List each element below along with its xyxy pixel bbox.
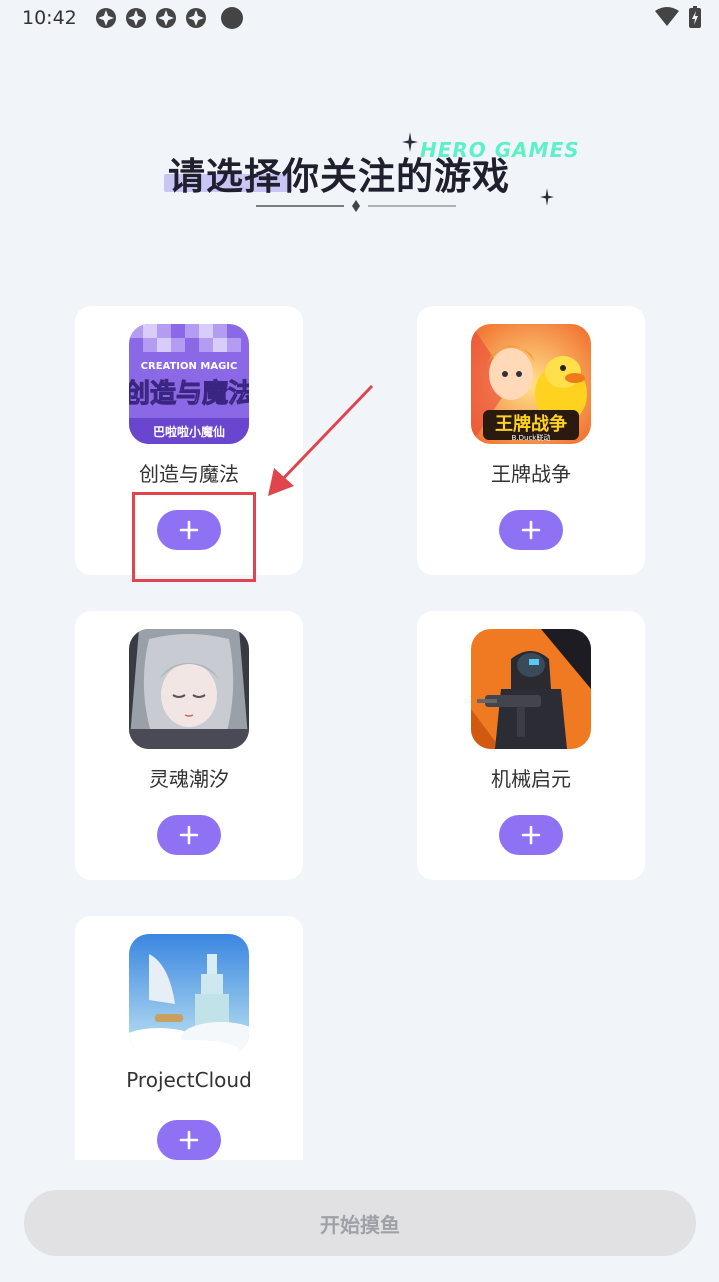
game-card[interactable]: ProjectCloud [75, 916, 303, 1185]
app-notification-icon [125, 7, 147, 29]
add-game-button[interactable] [157, 815, 221, 855]
plus-icon [179, 825, 199, 845]
svg-text:王牌战争: 王牌战争 [495, 413, 567, 435]
game-card[interactable]: 灵魂潮汐 [75, 611, 303, 880]
page-header: 请选择你关注的游戏 HERO GAMES [0, 120, 719, 230]
mech-genesis-icon [471, 629, 591, 749]
game-name: 灵魂潮汐 [149, 767, 229, 791]
sparkle-icon [540, 188, 554, 206]
project-cloud-icon [129, 934, 249, 1054]
start-button[interactable]: 开始摸鱼 [24, 1190, 696, 1256]
svg-text:CREATION MAGIC: CREATION MAGIC [141, 361, 238, 372]
plus-icon [521, 520, 541, 540]
creation-magic-icon: CREATION MAGIC 创造与魔法 巴啦啦小魔仙 [129, 324, 249, 444]
status-bar: 10:42 [0, 0, 719, 36]
add-game-button[interactable] [499, 815, 563, 855]
ace-war-icon: 王牌战争 B.Duck联动 [471, 324, 591, 444]
add-game-button[interactable] [499, 510, 563, 550]
annotation-arrow-icon [268, 384, 374, 496]
plus-icon [521, 825, 541, 845]
game-card[interactable]: 机械启元 [417, 611, 645, 880]
battery-charging-icon [689, 6, 701, 32]
annotation-highlight-box [132, 492, 256, 582]
soul-tide-icon [129, 629, 249, 749]
game-name: 机械启元 [491, 767, 571, 791]
svg-text:创造与魔法: 创造与魔法 [129, 379, 249, 409]
app-notification-icon [185, 7, 207, 29]
add-game-button[interactable] [157, 1120, 221, 1160]
status-time: 10:42 [22, 7, 77, 29]
sparkle-icon [402, 132, 418, 152]
more-notifications-dot [220, 7, 243, 29]
title-divider [256, 200, 456, 212]
svg-text:B.Duck联动: B.Duck联动 [512, 433, 551, 442]
svg-text:巴啦啦小魔仙: 巴啦啦小魔仙 [153, 424, 225, 439]
app-notification-icon [95, 7, 117, 29]
plus-icon [179, 1130, 199, 1150]
game-name: ProjectCloud [126, 1068, 252, 1092]
game-card[interactable]: 王牌战争 B.Duck联动 王牌战争 [417, 306, 645, 575]
wifi-icon [655, 7, 679, 31]
app-notification-icon [155, 7, 177, 29]
brand-watermark: HERO GAMES [420, 138, 580, 162]
notification-icons [95, 7, 243, 29]
game-name: 王牌战争 [491, 462, 571, 486]
